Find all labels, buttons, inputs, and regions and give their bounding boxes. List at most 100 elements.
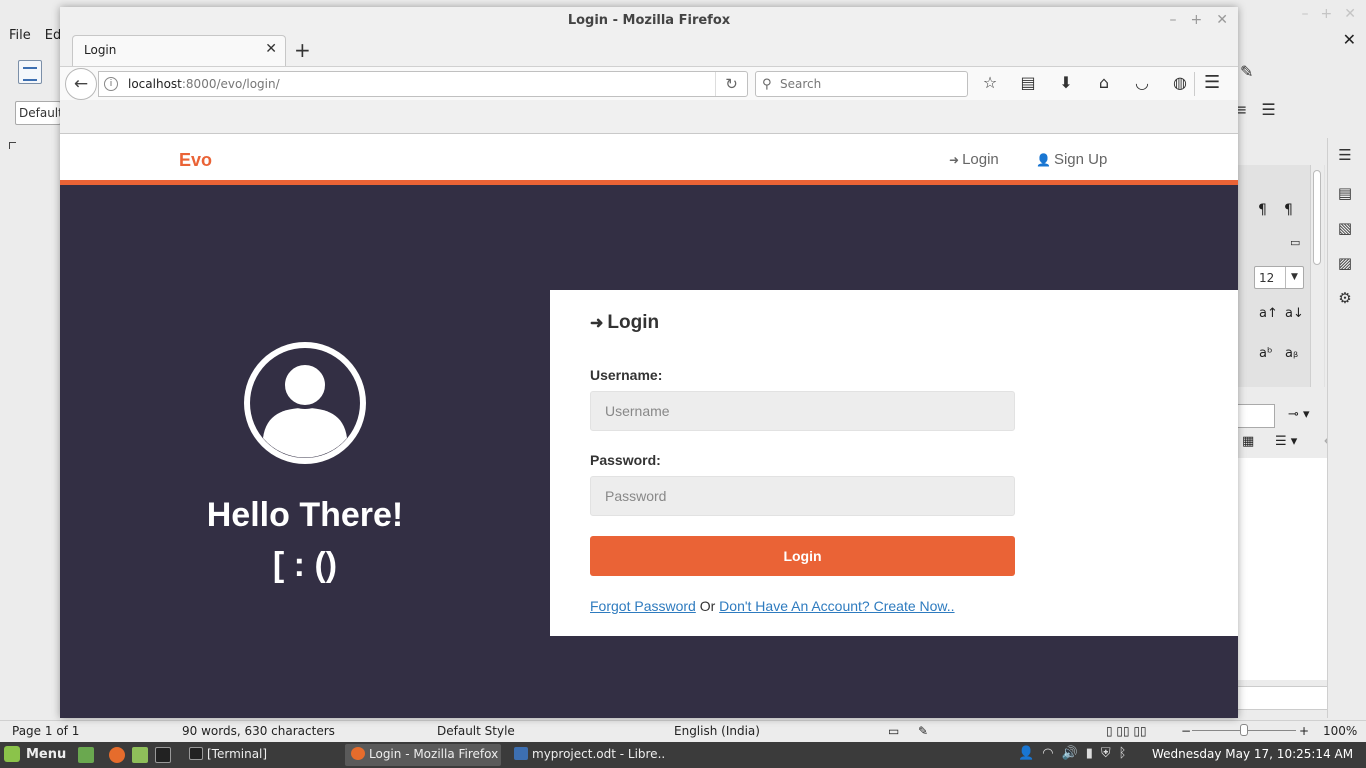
close-tab-icon[interactable]: ✕: [265, 41, 277, 57]
close-document-icon[interactable]: ✕: [1343, 30, 1356, 49]
firefox-launcher-icon[interactable]: [109, 747, 125, 763]
bookmarks-toolbar: [60, 100, 1238, 134]
battery-icon[interactable]: ▮: [1086, 746, 1093, 761]
tab-label: Login: [84, 43, 117, 57]
bluetooth-icon[interactable]: ᛒ: [1119, 746, 1127, 761]
minimize-icon[interactable]: –: [1170, 12, 1177, 28]
spacing-box[interactable]: [1237, 404, 1275, 428]
paragraph-style-box[interactable]: Default: [15, 101, 61, 125]
grow-font-icon[interactable]: a↑: [1259, 306, 1278, 321]
paragraph-ltr-icon[interactable]: ¶: [1258, 202, 1267, 218]
hamburger-menu-icon[interactable]: ☰: [1204, 72, 1220, 93]
shield-icon[interactable]: ⛨: [1101, 746, 1111, 761]
login-button[interactable]: Login: [590, 536, 1015, 576]
password-input[interactable]: [590, 476, 1015, 516]
user-icon[interactable]: 👤: [1018, 746, 1034, 761]
properties-icon[interactable]: ▤: [1335, 184, 1355, 202]
sign-in-icon: ➜: [949, 153, 960, 167]
pocket-icon[interactable]: ◡: [1130, 73, 1154, 92]
back-button[interactable]: ←: [65, 68, 97, 100]
table-icon[interactable]: ▦: [1242, 434, 1254, 449]
volume-icon[interactable]: 🔊: [1062, 746, 1078, 761]
firefox-icon: [351, 747, 365, 760]
menu-edit[interactable]: Ed: [45, 28, 61, 50]
tab-strip: Login ✕ +: [60, 35, 1238, 67]
clock[interactable]: Wednesday May 17, 10:25:14 AM: [1152, 747, 1353, 761]
page-icon[interactable]: ▧: [1335, 219, 1355, 237]
url-bar[interactable]: i localhost:8000/evo/login/ ↻: [98, 71, 748, 97]
font-size-value: 12: [1259, 271, 1275, 285]
pencil-icon[interactable]: ✎: [1240, 62, 1253, 81]
home-icon[interactable]: ⌂: [1092, 73, 1116, 92]
menu-file[interactable]: File: [9, 28, 31, 50]
link-icon[interactable]: ⊸ ▾: [1288, 407, 1310, 422]
brand-logo[interactable]: Evo: [179, 150, 212, 171]
wifi-icon[interactable]: ◠: [1042, 746, 1053, 761]
zoom-level[interactable]: 100%: [1323, 724, 1357, 738]
maximize-icon[interactable]: +: [1191, 12, 1203, 28]
sidebar-scroll-thumb[interactable]: [1313, 170, 1321, 265]
sidebar-menu-icon[interactable]: ☰: [1335, 146, 1355, 164]
search-box[interactable]: ⚲: [755, 71, 968, 97]
search-input[interactable]: [780, 75, 960, 93]
nav-login-link[interactable]: ➜ Login: [949, 151, 999, 168]
task-libreoffice[interactable]: myproject.odt - Libre...: [508, 744, 664, 766]
emoticon-text: [ : (): [272, 546, 338, 584]
info-icon[interactable]: i: [104, 77, 118, 91]
start-menu-button[interactable]: Menu: [4, 746, 66, 762]
firefox-window: Login - Mozilla Firefox – + ✕ Login ✕ + …: [60, 7, 1238, 718]
superscript-icon[interactable]: aᵇ: [1259, 346, 1273, 361]
tab-login[interactable]: Login ✕: [72, 35, 286, 67]
shrink-font-icon[interactable]: a↓: [1285, 306, 1304, 321]
firefox-window-controls: – + ✕: [1170, 12, 1228, 28]
username-input[interactable]: [590, 391, 1015, 431]
show-desktop-icon[interactable]: [78, 747, 94, 763]
paragraph-rtl-icon[interactable]: ¶: [1284, 202, 1293, 218]
page-style[interactable]: Default Style: [437, 724, 515, 738]
network-icon[interactable]: ◍: [1168, 73, 1192, 92]
statusbar: Page 1 of 1 90 words, 630 characters Def…: [0, 720, 1366, 742]
selection-mode-icon[interactable]: ▭: [888, 724, 899, 738]
close-icon[interactable]: ✕: [1216, 12, 1228, 28]
toolbar-icons: ☆ ▤ ⬇ ⌂ ◡ ◍: [978, 73, 1192, 92]
navigator-icon[interactable]: ⚙: [1335, 289, 1355, 307]
url-text[interactable]: localhost:8000/evo/login/: [128, 77, 280, 91]
close-icon[interactable]: ✕: [1344, 6, 1356, 22]
document-icon[interactable]: [18, 60, 42, 84]
username-label: Username:: [590, 367, 663, 383]
task-firefox[interactable]: Login - Mozilla Firefox: [345, 744, 501, 766]
zoom-slider-handle[interactable]: [1240, 724, 1248, 736]
files-launcher-icon[interactable]: [132, 747, 148, 763]
terminal-launcher-icon[interactable]: [155, 747, 171, 763]
nav-signup-label: Sign Up: [1053, 151, 1108, 168]
nav-signup-link[interactable]: 👤 Sign Up: [1036, 151, 1107, 168]
writer-icon: [514, 747, 528, 760]
layout-icons[interactable]: ▯ ▯▯ ▯▯: [1106, 724, 1147, 738]
url-path: :8000/evo/login/: [181, 77, 280, 91]
language[interactable]: English (India): [674, 724, 760, 738]
maximize-icon[interactable]: +: [1321, 6, 1333, 22]
zoom-out-icon[interactable]: −: [1181, 724, 1191, 738]
bookmark-star-icon[interactable]: ☆: [978, 73, 1002, 92]
doc-modified-icon: ✎: [918, 724, 929, 738]
forgot-password-link[interactable]: Forgot Password: [590, 598, 696, 614]
new-tab-icon[interactable]: +: [294, 38, 311, 62]
create-account-link[interactable]: Don't Have An Account? Create Now..: [719, 598, 954, 614]
minimize-icon[interactable]: –: [1302, 6, 1309, 22]
start-menu-label: Menu: [26, 746, 67, 762]
reading-list-icon[interactable]: ▤: [1016, 73, 1040, 92]
font-size-box[interactable]: 12 ▼: [1254, 266, 1304, 289]
list-icon[interactable]: ☰ ▾: [1275, 434, 1297, 449]
chevron-down-icon[interactable]: ▼: [1285, 267, 1303, 288]
indent-icon[interactable]: ☰: [1261, 100, 1275, 119]
zoom-in-icon[interactable]: +: [1299, 724, 1309, 738]
download-icon[interactable]: ⬇: [1054, 73, 1078, 92]
gallery-icon[interactable]: ▨: [1335, 254, 1355, 272]
subscript-icon[interactable]: aᵦ: [1285, 346, 1298, 361]
taskbar: Menu [Terminal] Login - Mozilla Firefox …: [0, 742, 1366, 768]
more-options-icon[interactable]: ▭: [1290, 236, 1300, 249]
libreoffice-menubar: File Ed: [0, 28, 61, 50]
reload-icon[interactable]: ↻: [715, 72, 747, 96]
task-terminal[interactable]: [Terminal]: [183, 744, 339, 766]
search-icon: ⚲: [762, 77, 772, 92]
